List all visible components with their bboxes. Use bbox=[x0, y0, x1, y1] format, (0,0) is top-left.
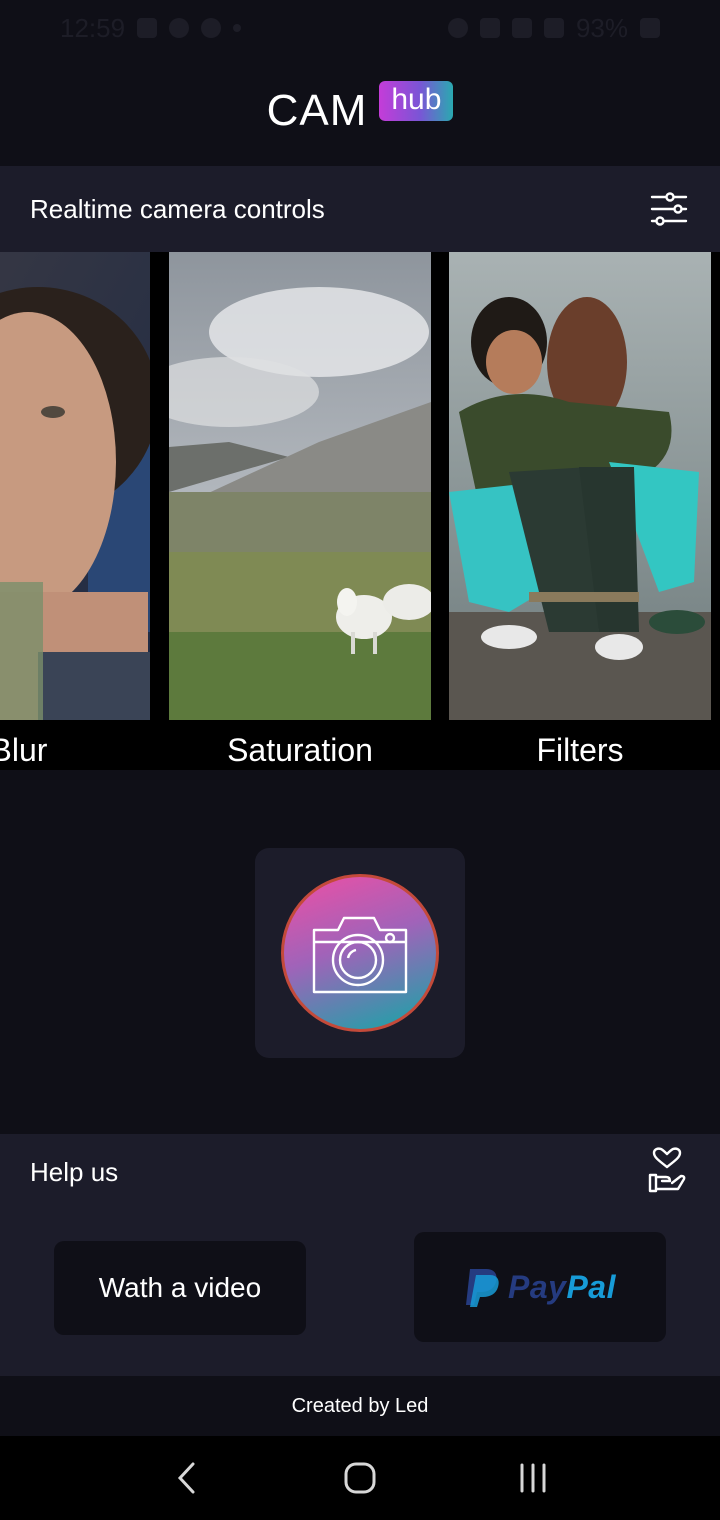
footer-credit: Created by Led bbox=[291, 1394, 429, 1417]
paypal-logo-icon bbox=[466, 1269, 499, 1307]
open-camera-button[interactable] bbox=[281, 874, 439, 1032]
watch-video-button[interactable]: Wath a video bbox=[54, 1241, 306, 1335]
saturation-label: Saturation bbox=[227, 732, 373, 768]
blur-label: Blur bbox=[0, 732, 48, 768]
controls-header: Realtime camera controls bbox=[0, 166, 720, 252]
watch-video-label: Wath a video bbox=[98, 1272, 262, 1303]
help-section: Help us Wath a video PayPal bbox=[0, 1134, 720, 1376]
help-title: Help us bbox=[30, 1156, 119, 1187]
app-header: CAM hub bbox=[0, 56, 720, 166]
control-card-blur[interactable]: Blur bbox=[0, 252, 150, 770]
filters-label: Filters bbox=[536, 732, 624, 768]
mute-icon bbox=[479, 18, 500, 38]
battery-percent: 93% bbox=[575, 12, 628, 43]
control-card-saturation[interactable]: Saturation bbox=[169, 252, 431, 770]
gallery-icon bbox=[137, 18, 158, 38]
paypal-pay: Pay bbox=[508, 1268, 567, 1305]
status-left: 12:59 bbox=[60, 12, 242, 44]
back-button[interactable] bbox=[157, 1448, 217, 1508]
controls-title: Realtime camera controls bbox=[30, 193, 325, 224]
recents-button[interactable] bbox=[503, 1448, 563, 1508]
wifi-icon bbox=[511, 18, 532, 38]
back-chevron-icon bbox=[177, 1462, 195, 1494]
camera-icon bbox=[312, 916, 408, 994]
blur-preview-image bbox=[0, 252, 150, 720]
system-nav-bar bbox=[0, 1436, 720, 1520]
home-button[interactable] bbox=[330, 1448, 390, 1508]
hand-heart-icon[interactable] bbox=[648, 1146, 686, 1198]
filters-preview-image bbox=[449, 252, 711, 720]
recents-icon bbox=[520, 1463, 546, 1493]
signal-icon bbox=[543, 18, 564, 38]
whatsapp-icon bbox=[201, 18, 222, 38]
help-header: Help us bbox=[0, 1134, 720, 1210]
sliders-icon[interactable] bbox=[650, 190, 688, 228]
app-icon bbox=[169, 18, 190, 38]
footer: Created by Led bbox=[0, 1376, 720, 1436]
camera-button-container bbox=[255, 848, 465, 1058]
app-title-badge: hub bbox=[379, 81, 454, 121]
alarm-icon bbox=[447, 18, 468, 38]
battery-icon bbox=[640, 18, 660, 38]
notification-dot-icon bbox=[233, 24, 242, 32]
saturation-preview-image bbox=[169, 252, 431, 720]
paypal-button[interactable]: PayPal bbox=[414, 1232, 666, 1342]
status-right: 93% bbox=[447, 12, 660, 44]
paypal-pal: Pal bbox=[566, 1268, 616, 1305]
status-time: 12:59 bbox=[60, 12, 126, 43]
status-bar: 12:59 93% bbox=[0, 0, 720, 56]
paypal-wordmark: PayPal bbox=[508, 1269, 616, 1306]
controls-carousel[interactable]: Blur Saturation Filters bbox=[0, 252, 720, 770]
control-card-filters[interactable]: Filters bbox=[449, 252, 711, 770]
app-title: CAM bbox=[266, 86, 368, 135]
home-icon bbox=[344, 1462, 376, 1494]
